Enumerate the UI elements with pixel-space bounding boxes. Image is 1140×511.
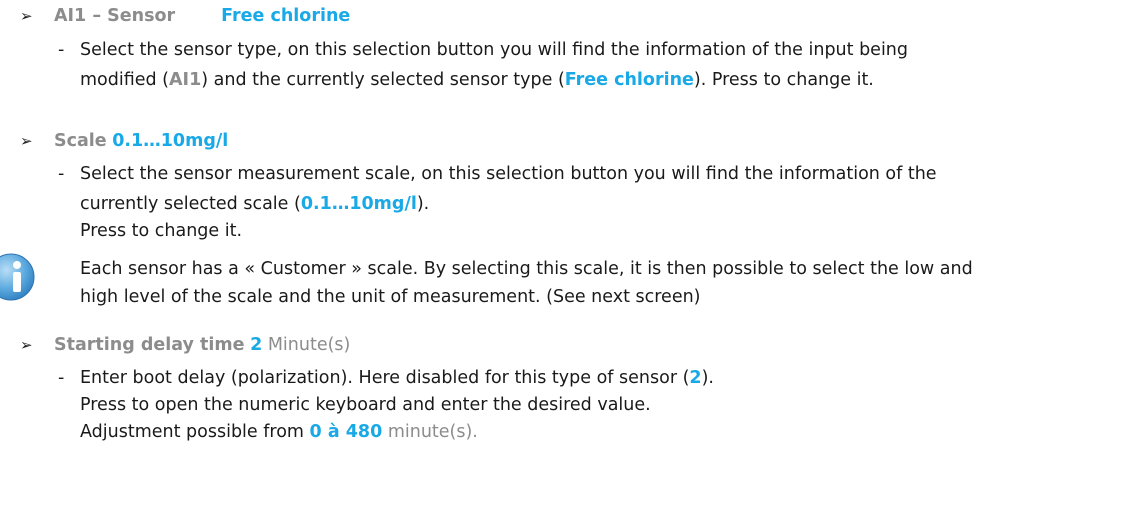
delay-value: 2 <box>250 335 263 355</box>
text-run: Adjustment possible from <box>80 422 310 442</box>
scale-inline-value: 0.1…10mg/l <box>300 194 417 214</box>
bullet-arrow-icon: ➢ <box>20 7 33 25</box>
ai1-inline-value: Free chlorine <box>564 70 694 90</box>
delay-inline-value: 2 <box>689 368 702 388</box>
text-run: ). <box>701 368 714 388</box>
ai1-heading: AI1 – Sensor Free chlorine <box>54 4 350 28</box>
info-icon <box>0 253 35 301</box>
delay-unit: Minute(s) <box>267 335 351 355</box>
ai1-inline-code: AI1 <box>169 70 202 90</box>
delay-range-unit: minute(s). <box>382 422 478 442</box>
note-line2: high level of the scale and the unit of … <box>80 287 701 307</box>
text-run: ). Press to change it. <box>693 70 874 90</box>
ai1-value: Free chlorine <box>221 6 351 26</box>
dash-marker: - <box>58 40 65 60</box>
bullet-arrow-icon: ➢ <box>20 132 33 150</box>
ai1-desc-line1: Select the sensor type, on this selectio… <box>80 40 909 60</box>
text-run: ). <box>416 194 430 214</box>
note-line1: Each sensor has a « Customer » scale. By… <box>80 259 973 279</box>
text-run: modified ( <box>80 70 170 90</box>
ai1-desc-line2: modified (AI1) and the currently selecte… <box>80 68 874 92</box>
delay-desc-line2: Press to open the numeric keyboard and e… <box>80 395 651 415</box>
dash-marker: - <box>58 368 65 388</box>
delay-desc-line1: Enter boot delay (polarization). Here di… <box>80 366 714 390</box>
text-run: ) and the currently selected sensor type… <box>201 70 565 90</box>
delay-desc-line3: Adjustment possible from 0 à 480 minute(… <box>80 420 478 444</box>
scale-desc-line2: currently selected scale (0.1…10mg/l). <box>80 192 429 216</box>
bullet-arrow-icon: ➢ <box>20 336 33 354</box>
dash-marker: - <box>58 164 65 184</box>
scale-value: 0.1…10mg/l <box>112 131 229 151</box>
ai1-label: AI1 – Sensor <box>54 6 176 26</box>
scale-desc-line3: Press to change it. <box>80 221 243 241</box>
delay-heading: Starting delay time 2 Minute(s) <box>54 333 350 357</box>
delay-label: Starting delay time <box>54 335 245 355</box>
delay-range-value: 0 à 480 <box>309 422 383 442</box>
scale-desc-line1: Select the sensor measurement scale, on … <box>80 164 937 184</box>
text-run: currently selected scale ( <box>80 194 301 214</box>
scale-heading: Scale 0.1…10mg/l <box>54 129 228 153</box>
text-run: Enter boot delay (polarization). Here di… <box>80 368 690 388</box>
scale-label: Scale <box>54 131 107 151</box>
